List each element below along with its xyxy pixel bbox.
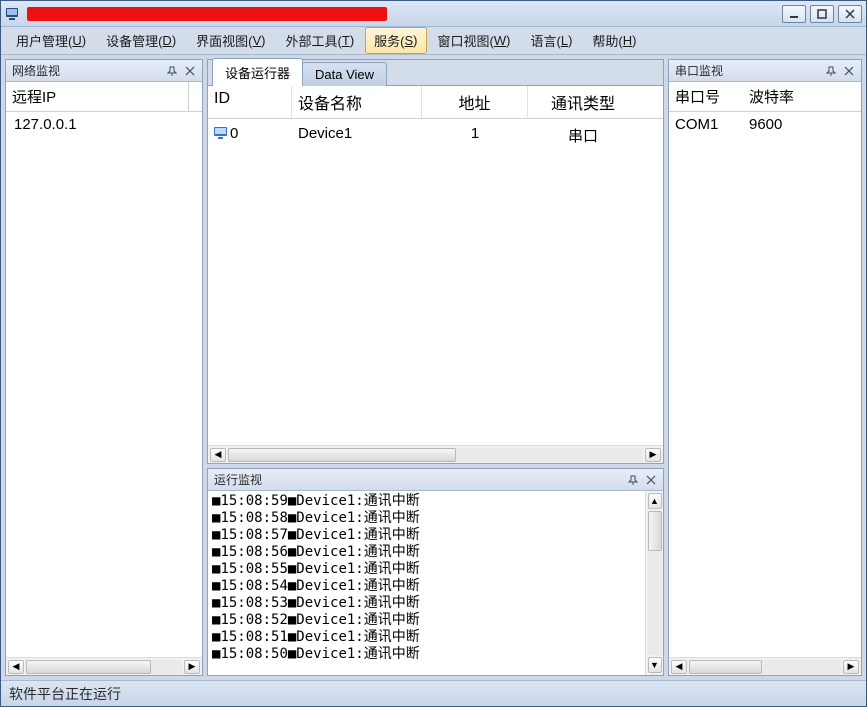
panel-title: 网络监视: [12, 62, 162, 79]
menu-t[interactable]: 外部工具(T): [277, 27, 364, 54]
column-address[interactable]: 地址: [422, 86, 528, 118]
log-line: 15:08:54■Device1:通讯中断: [212, 578, 641, 595]
panel-title: 运行监视: [214, 471, 623, 488]
serial-row[interactable]: COM19600: [669, 112, 861, 137]
log-line: 15:08:56■Device1:通讯中断: [212, 544, 641, 561]
menu-bar: 用户管理(U)设备管理(D)界面视图(V)外部工具(T)服务(S)窗口视图(W)…: [1, 27, 866, 55]
status-bar: 软件平台正在运行: [1, 680, 866, 706]
h-scrollbar[interactable]: ◀ ▶: [6, 657, 202, 675]
device-table-header: ID 设备名称 地址 通讯类型: [208, 86, 663, 119]
scroll-down-button[interactable]: ▼: [648, 657, 662, 673]
device-row[interactable]: 0Device11串口: [208, 119, 663, 152]
scroll-right-button[interactable]: ▶: [645, 448, 661, 462]
pin-icon[interactable]: [823, 63, 839, 79]
title-text-redacted: [27, 7, 387, 21]
app-icon: [5, 6, 21, 22]
v-scrollbar[interactable]: ▲ ▼: [645, 491, 663, 675]
menu-l[interactable]: 语言(L): [521, 27, 581, 54]
log-line: 15:08:52■Device1:通讯中断: [212, 612, 641, 629]
scroll-left-button[interactable]: ◀: [671, 660, 687, 674]
scroll-left-button[interactable]: ◀: [210, 448, 226, 462]
h-scrollbar[interactable]: ◀ ▶: [669, 657, 861, 675]
network-monitor-header[interactable]: 网络监视: [6, 60, 202, 82]
column-comm-type[interactable]: 通讯类型: [528, 86, 638, 118]
close-icon[interactable]: [182, 63, 198, 79]
scroll-right-button[interactable]: ▶: [843, 660, 859, 674]
column-extra[interactable]: [188, 82, 202, 111]
document-area: 设备运行器Data View ID 设备名称 地址 通讯类型 0Device11…: [207, 59, 664, 464]
menu-h[interactable]: 帮助(H): [583, 27, 645, 54]
pin-icon[interactable]: [625, 472, 641, 488]
network-monitor-panel: 网络监视 远程IP 127.0.0.1 ◀ ▶: [5, 59, 203, 676]
panel-title: 串口监视: [675, 62, 821, 79]
network-row[interactable]: 127.0.0.1: [6, 112, 202, 137]
document-tabs: 设备运行器Data View: [208, 60, 663, 86]
close-icon[interactable]: [841, 63, 857, 79]
pin-icon[interactable]: [164, 63, 180, 79]
column-id[interactable]: ID: [208, 86, 292, 118]
log-line: 15:08:53■Device1:通讯中断: [212, 595, 641, 612]
work-area: 网络监视 远程IP 127.0.0.1 ◀ ▶ 设备运行器Data: [1, 55, 866, 680]
monitor-icon: [214, 126, 228, 138]
menu-w[interactable]: 窗口视图(W): [429, 27, 520, 54]
column-port[interactable]: 串口号: [669, 82, 743, 111]
close-button[interactable]: [838, 5, 862, 23]
log-line: 15:08:51■Device1:通讯中断: [212, 629, 641, 646]
tab-data-view[interactable]: Data View: [302, 62, 387, 86]
menu-u[interactable]: 用户管理(U): [7, 27, 95, 54]
running-monitor-panel: 运行监视 15:08:59■Device1:通讯中断15:08:58■Devic…: [207, 468, 664, 676]
column-device-name[interactable]: 设备名称: [292, 86, 422, 118]
menu-v[interactable]: 界面视图(V): [187, 27, 274, 54]
serial-monitor-panel: 串口监视 串口号 波特率 COM19600 ◀ ▶: [668, 59, 862, 676]
log-line: 15:08:57■Device1:通讯中断: [212, 527, 641, 544]
minimize-button[interactable]: [782, 5, 806, 23]
column-remote-ip[interactable]: 远程IP: [6, 82, 188, 111]
menu-s[interactable]: 服务(S): [365, 27, 426, 54]
scroll-right-button[interactable]: ▶: [184, 660, 200, 674]
title-bar: [1, 1, 866, 27]
log-line: 15:08:55■Device1:通讯中断: [212, 561, 641, 578]
status-text: 软件平台正在运行: [9, 684, 121, 704]
column-baud[interactable]: 波特率: [743, 82, 861, 111]
tab-设备运行器[interactable]: 设备运行器: [212, 58, 303, 86]
h-scrollbar[interactable]: ◀ ▶: [208, 445, 663, 463]
log-line: 15:08:58■Device1:通讯中断: [212, 510, 641, 527]
scroll-left-button[interactable]: ◀: [8, 660, 24, 674]
close-icon[interactable]: [643, 472, 659, 488]
network-table-header: 远程IP: [6, 82, 202, 112]
log-output: 15:08:59■Device1:通讯中断15:08:58■Device1:通讯…: [208, 491, 645, 675]
serial-table-header: 串口号 波特率: [669, 82, 861, 112]
maximize-button[interactable]: [810, 5, 834, 23]
log-line: 15:08:50■Device1:通讯中断: [212, 646, 641, 663]
menu-d[interactable]: 设备管理(D): [97, 27, 185, 54]
scroll-up-button[interactable]: ▲: [648, 493, 662, 509]
running-monitor-header[interactable]: 运行监视: [208, 469, 663, 491]
log-line: 15:08:59■Device1:通讯中断: [212, 493, 641, 510]
serial-monitor-header[interactable]: 串口监视: [669, 60, 861, 82]
